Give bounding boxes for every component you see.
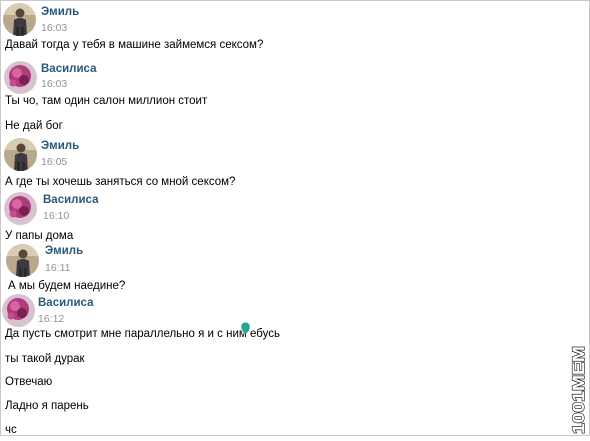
vasilisa-avatar[interactable] [2,294,35,327]
message-time: 16:03 [41,78,68,90]
message-text: Давай тогда у тебя в машине займемся сек… [5,39,264,51]
sender-name[interactable]: Василиса [38,297,93,309]
sender-name[interactable]: Эмиль [41,140,79,152]
vasilisa-avatar[interactable] [4,61,37,94]
message-text: А где ты хочешь заняться со мной сексом? [5,176,236,188]
message-text: Отвечаю [5,376,53,388]
message-time: 16:10 [43,210,70,222]
sender-name[interactable]: Эмиль [45,245,83,257]
message-text: Ты чо, там один салон миллион стоит [5,95,208,107]
message-text: чс [5,424,17,436]
message-text: Не дай бог [5,120,63,132]
vasilisa-avatar[interactable] [4,192,37,225]
message-text: Ладно я парень [5,400,89,412]
message-text: ты такой дурак [5,353,85,365]
message-text: Да пусть смотрит мне параллельно я и с н… [5,328,280,340]
emil-avatar[interactable] [6,244,39,277]
watermark-logo: 1001MEM [566,340,590,436]
message-time: 16:12 [38,313,65,325]
message-time: 16:03 [41,22,68,34]
emil-avatar[interactable] [4,138,37,171]
teal-blob-emoji [240,322,251,335]
sender-name[interactable]: Эмиль [41,6,79,18]
message-text: У папы дома [5,230,74,242]
message-time: 16:11 [45,262,71,274]
message-text: А мы будем наедине? [8,280,126,292]
emil-avatar[interactable] [3,3,36,36]
sender-name[interactable]: Василиса [41,63,96,75]
sender-name[interactable]: Василиса [43,194,98,206]
watermark-text: 1001MEM [569,346,588,434]
message-time: 16:05 [41,156,68,168]
